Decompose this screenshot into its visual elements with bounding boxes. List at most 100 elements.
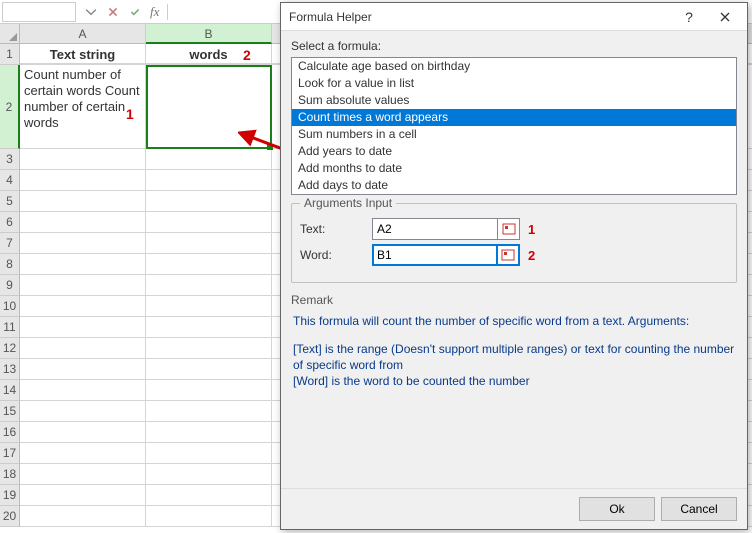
cell-empty[interactable]	[146, 170, 272, 191]
cell-empty[interactable]	[146, 464, 272, 485]
row-header[interactable]: 4	[0, 170, 20, 191]
cell-B2[interactable]	[146, 65, 272, 149]
row-header[interactable]: 5	[0, 191, 20, 212]
cell-empty[interactable]	[20, 254, 146, 275]
row-header[interactable]: 9	[0, 275, 20, 296]
fx-icon[interactable]: fx	[150, 4, 159, 20]
remark-text: [Text] is the range (Doesn't support mul…	[293, 341, 735, 373]
row-header[interactable]: 18	[0, 464, 20, 485]
list-item[interactable]: Add years to date	[292, 143, 736, 160]
row-header[interactable]: 13	[0, 359, 20, 380]
arguments-title: Arguments Input	[300, 196, 396, 210]
dialog-title: Formula Helper	[289, 10, 671, 24]
remark-title: Remark	[291, 293, 737, 307]
cell-empty[interactable]	[20, 359, 146, 380]
row-header[interactable]: 2	[0, 65, 20, 149]
cell-empty[interactable]	[146, 275, 272, 296]
cell-empty[interactable]	[20, 485, 146, 506]
list-item[interactable]: Calculate age based on birthday	[292, 58, 736, 75]
cell-empty[interactable]	[146, 296, 272, 317]
help-button[interactable]: ?	[671, 5, 707, 29]
cell-empty[interactable]	[146, 233, 272, 254]
cell-empty[interactable]	[20, 170, 146, 191]
row-header[interactable]: 3	[0, 149, 20, 170]
row-header[interactable]: 15	[0, 401, 20, 422]
cell-B1[interactable]: words	[146, 44, 272, 64]
name-box[interactable]	[2, 2, 76, 22]
list-item[interactable]: Sum absolute values	[292, 92, 736, 109]
row-header[interactable]: 11	[0, 317, 20, 338]
list-item[interactable]: Count times a word appears	[292, 109, 736, 126]
col-header[interactable]: B	[146, 24, 272, 44]
cell-empty[interactable]	[20, 380, 146, 401]
annotation-arg2: 2	[528, 248, 535, 263]
text-arg-label: Text:	[300, 222, 372, 236]
close-button[interactable]	[707, 5, 743, 29]
row-header[interactable]: 6	[0, 212, 20, 233]
list-item[interactable]: Add hours to date	[292, 194, 736, 195]
cell-empty[interactable]	[20, 443, 146, 464]
list-item[interactable]: Add months to date	[292, 160, 736, 177]
cancel-icon[interactable]	[104, 3, 122, 21]
cell-empty[interactable]	[20, 296, 146, 317]
cell-empty[interactable]	[20, 338, 146, 359]
list-item[interactable]: Add days to date	[292, 177, 736, 194]
cell-empty[interactable]	[20, 275, 146, 296]
cell-A1[interactable]: Text string	[20, 44, 146, 64]
row-header[interactable]: 16	[0, 422, 20, 443]
cancel-button[interactable]: Cancel	[661, 497, 737, 521]
cell-empty[interactable]	[20, 464, 146, 485]
text-arg-input[interactable]	[372, 218, 498, 240]
list-item[interactable]: Look for a value in list	[292, 75, 736, 92]
row-header[interactable]: 20	[0, 506, 20, 527]
cell-empty[interactable]	[20, 233, 146, 254]
formula-helper-dialog: Formula Helper ? Select a formula: Calcu…	[280, 2, 748, 530]
select-all-corner[interactable]	[0, 24, 20, 44]
row-header[interactable]: 14	[0, 380, 20, 401]
col-header[interactable]: A	[20, 24, 146, 44]
annotation-arg1: 1	[528, 222, 535, 237]
cell-empty[interactable]	[146, 149, 272, 170]
cell-empty[interactable]	[20, 149, 146, 170]
cell-empty[interactable]	[20, 506, 146, 527]
cell-empty[interactable]	[20, 422, 146, 443]
cell-empty[interactable]	[146, 191, 272, 212]
dialog-titlebar[interactable]: Formula Helper ?	[281, 3, 747, 31]
row-header[interactable]: 19	[0, 485, 20, 506]
formula-listbox[interactable]: Calculate age based on birthday Look for…	[291, 57, 737, 195]
arguments-group: Arguments Input Text: 1 Word:	[291, 203, 737, 283]
cell-empty[interactable]	[146, 422, 272, 443]
cell-A2[interactable]: Count number of certain words Count numb…	[20, 65, 146, 149]
cell-empty[interactable]	[146, 485, 272, 506]
row-header[interactable]: 10	[0, 296, 20, 317]
cell-empty[interactable]	[146, 380, 272, 401]
remark-text: [Word] is the word to be counted the num…	[293, 373, 735, 389]
ok-button[interactable]: Ok	[579, 497, 655, 521]
word-arg-input[interactable]	[372, 244, 498, 266]
dropdown-icon[interactable]	[82, 3, 100, 21]
cell-empty[interactable]	[146, 212, 272, 233]
cell-empty[interactable]	[146, 506, 272, 527]
row-header[interactable]: 17	[0, 443, 20, 464]
select-formula-label: Select a formula:	[291, 39, 737, 53]
cell-empty[interactable]	[20, 191, 146, 212]
cell-empty[interactable]	[20, 401, 146, 422]
word-arg-label: Word:	[300, 248, 372, 262]
row-header[interactable]: 7	[0, 233, 20, 254]
confirm-icon[interactable]	[126, 3, 144, 21]
row-header[interactable]: 12	[0, 338, 20, 359]
cell-empty[interactable]	[20, 317, 146, 338]
cell-empty[interactable]	[146, 359, 272, 380]
range-picker-icon[interactable]	[498, 244, 520, 266]
cell-empty[interactable]	[20, 212, 146, 233]
cell-empty[interactable]	[146, 317, 272, 338]
range-picker-icon[interactable]	[498, 218, 520, 240]
row-header[interactable]: 8	[0, 254, 20, 275]
cell-empty[interactable]	[146, 401, 272, 422]
row-header[interactable]: 1	[0, 44, 20, 65]
cell-empty[interactable]	[146, 338, 272, 359]
cell-empty[interactable]	[146, 254, 272, 275]
remark-section: Remark This formula will count the numbe…	[291, 293, 737, 389]
list-item[interactable]: Sum numbers in a cell	[292, 126, 736, 143]
cell-empty[interactable]	[146, 443, 272, 464]
